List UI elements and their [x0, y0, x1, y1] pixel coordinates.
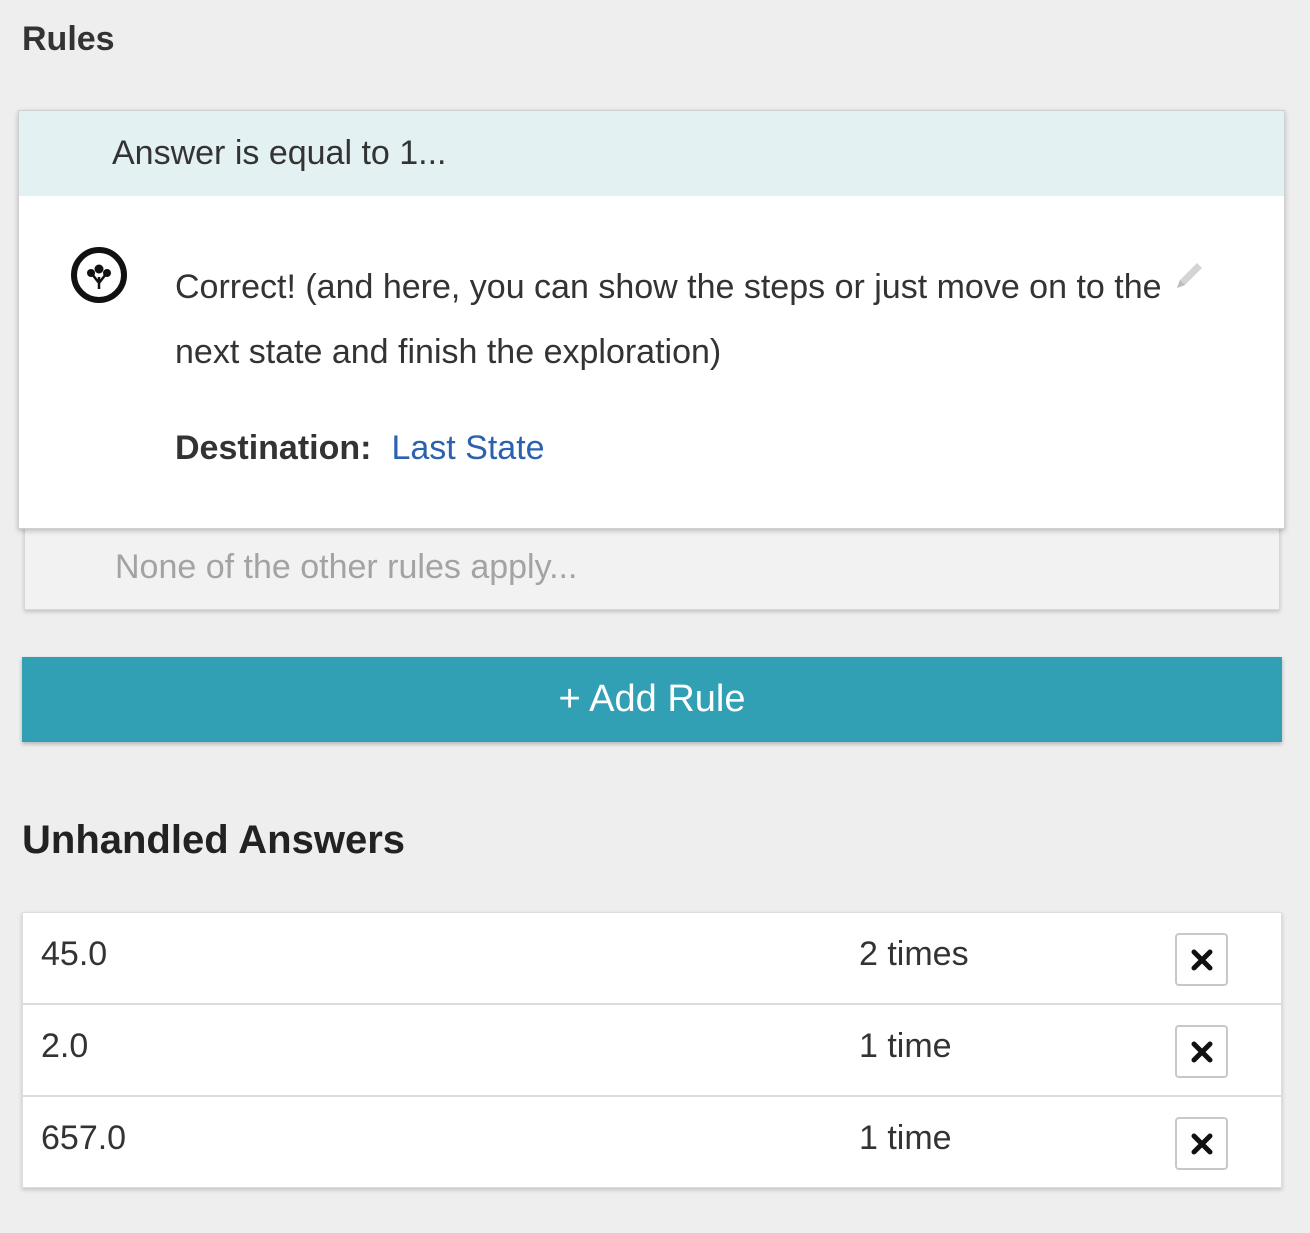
- close-icon: [1191, 1133, 1212, 1154]
- page: Rules None of the other rules apply... A…: [0, 0, 1310, 1233]
- delete-answer-button[interactable]: [1175, 1117, 1228, 1170]
- default-rule-condition: None of the other rules apply...: [115, 548, 578, 586]
- answer-count: 1 time: [859, 1027, 952, 1065]
- close-icon: [1191, 949, 1212, 970]
- table-row: 45.0 2 times: [23, 913, 1281, 1005]
- rule-header[interactable]: Answer is equal to 1...: [19, 111, 1284, 196]
- rule-condition: Answer is equal to 1...: [112, 134, 447, 172]
- answer-count: 2 times: [859, 935, 969, 973]
- answer-count: 1 time: [859, 1119, 952, 1157]
- rule-feedback-text: Correct! (and here, you can show the ste…: [175, 268, 1162, 371]
- add-rule-button[interactable]: + Add Rule: [22, 657, 1282, 742]
- destination-link[interactable]: Last State: [391, 429, 544, 468]
- pencil-icon[interactable]: [1169, 256, 1209, 296]
- answer-value: 45.0: [41, 935, 108, 973]
- table-row: 657.0 1 time: [23, 1097, 1281, 1187]
- delete-answer-button[interactable]: [1175, 933, 1228, 986]
- answer-value: 2.0: [41, 1027, 89, 1065]
- oppia-logo-icon: [71, 247, 127, 303]
- destination-row: Destination: Last State: [175, 429, 545, 468]
- table-row: 2.0 1 time: [23, 1005, 1281, 1097]
- rules-title: Rules: [22, 20, 115, 58]
- active-rule-card: Answer is equal to 1... Correct! (and he…: [18, 110, 1285, 529]
- close-icon: [1191, 1041, 1212, 1062]
- unhandled-answers-table: 45.0 2 times 2.0 1 time 657.0 1 time: [22, 912, 1282, 1188]
- unhandled-answers-title: Unhandled Answers: [22, 818, 406, 862]
- answer-value: 657.0: [41, 1119, 127, 1157]
- delete-answer-button[interactable]: [1175, 1025, 1228, 1078]
- destination-label: Destination:: [175, 429, 372, 467]
